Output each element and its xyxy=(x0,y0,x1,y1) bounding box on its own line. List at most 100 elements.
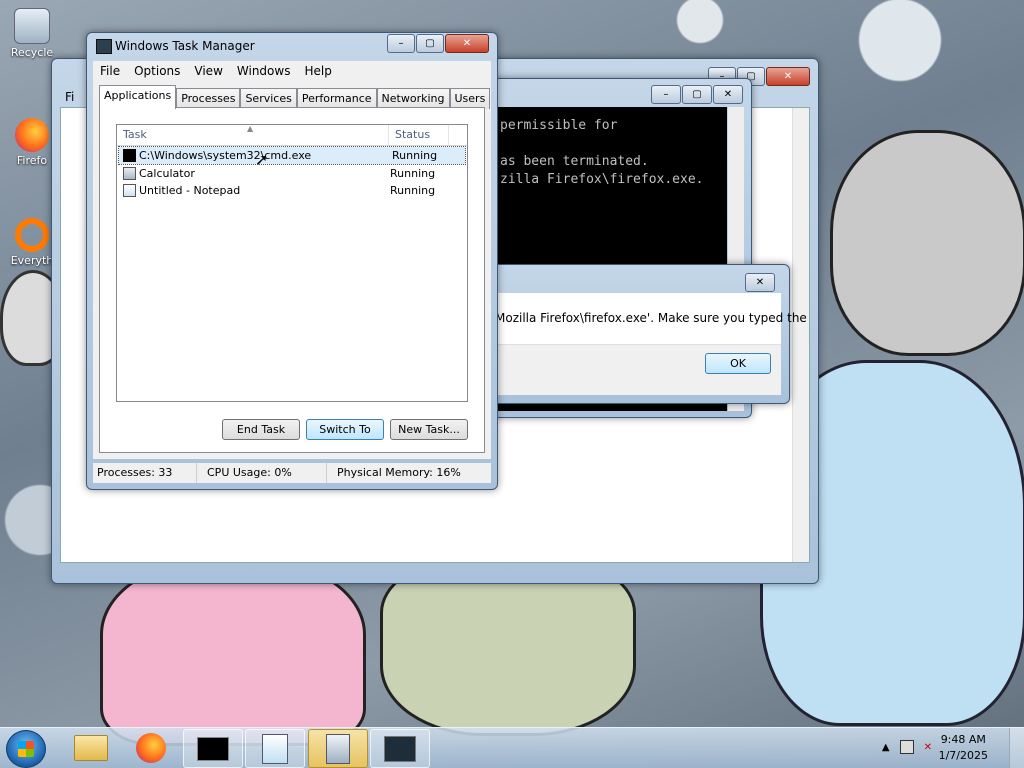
task-cell: Calculator xyxy=(117,165,387,182)
show-desktop-button[interactable] xyxy=(1009,728,1024,768)
sort-arrow-icon: ▲ xyxy=(247,124,254,133)
clock-date: 1/7/2025 xyxy=(938,749,988,762)
status-bar: Processes: 33 CPU Usage: 0% Physical Mem… xyxy=(93,463,491,483)
taskbar-task-manager[interactable] xyxy=(370,729,430,768)
firefox-icon xyxy=(15,118,49,152)
caption-buttons: – ▢ ✕ xyxy=(387,34,489,53)
error-message: Mozilla Firefox\firefox.exe'. Make sure … xyxy=(495,311,807,325)
network-icon[interactable] xyxy=(899,740,914,754)
tab-services[interactable]: Services xyxy=(240,88,297,109)
everything-search-icon xyxy=(15,218,49,252)
calculator-icon xyxy=(326,733,350,764)
dialog-close-button[interactable]: ✕ xyxy=(745,273,775,292)
clock-time: 9:48 AM xyxy=(940,733,986,746)
close-button[interactable]: ✕ xyxy=(445,34,489,53)
minimize-button[interactable]: – xyxy=(651,85,681,104)
title-bar[interactable]: Windows Task Manager – ▢ ✕ xyxy=(87,33,497,59)
task-list-header: Task ▲ Status xyxy=(117,124,467,146)
task-status: Running xyxy=(392,149,438,162)
taskbar-cmd[interactable] xyxy=(183,729,243,768)
vertical-scrollbar[interactable] xyxy=(792,108,809,562)
window-title: Windows Task Manager xyxy=(115,39,255,53)
tab-networking[interactable]: Networking xyxy=(376,88,450,109)
clock[interactable]: 9:48 AM 1/7/2025 xyxy=(939,732,988,764)
show-hidden-icons-icon[interactable]: ▲ xyxy=(882,742,890,753)
wallpaper-pink-creature xyxy=(100,560,366,746)
dialog-footer: OK xyxy=(491,344,781,395)
task-cell: C:\Windows\system32\cmd.exe xyxy=(119,147,389,164)
menu-options[interactable]: Options xyxy=(127,61,187,81)
cmd-icon xyxy=(197,736,229,761)
menu-view[interactable]: View xyxy=(187,61,229,81)
dialog-caption-buttons: ✕ xyxy=(745,273,775,292)
tab-users[interactable]: Users xyxy=(449,88,491,109)
menu-help[interactable]: Help xyxy=(297,61,338,81)
new-task-button[interactable]: New Task... xyxy=(390,419,468,440)
volume-muted-icon[interactable]: ✕ xyxy=(924,742,932,753)
taskbar-explorer[interactable] xyxy=(62,729,120,766)
notepad-icon xyxy=(262,733,288,764)
task-row[interactable]: Calculator Running xyxy=(117,165,467,182)
console-line: as been terminated. xyxy=(500,154,649,169)
tab-applications[interactable]: Applications xyxy=(99,85,177,109)
task-list[interactable]: Task ▲ Status C:\Windows\system32\cmd.ex… xyxy=(116,124,468,402)
task-manager-window[interactable]: Windows Task Manager – ▢ ✕ File Options … xyxy=(86,32,498,490)
firefox-icon xyxy=(136,732,166,763)
folder-icon xyxy=(74,734,108,761)
desktop-icon-label: Recycle xyxy=(10,46,54,59)
task-name: Calculator xyxy=(139,167,195,180)
taskbar-firefox[interactable] xyxy=(122,729,180,766)
status-memory: Physical Memory: 16% xyxy=(337,466,461,479)
column-status[interactable]: Status xyxy=(389,125,449,145)
applications-panel: Task ▲ Status C:\Windows\system32\cmd.ex… xyxy=(99,107,485,453)
error-dialog[interactable]: ✕ Mozilla Firefox\firefox.exe'. Make sur… xyxy=(482,264,807,404)
notepad-icon xyxy=(123,184,136,197)
task-name: Untitled - Notepad xyxy=(139,184,241,197)
windows-logo-icon xyxy=(18,741,34,757)
end-task-button[interactable]: End Task xyxy=(222,419,300,440)
task-manager-icon xyxy=(384,735,416,762)
column-status-label: Status xyxy=(395,128,431,141)
column-task[interactable]: Task ▲ xyxy=(117,124,389,145)
maximize-button[interactable]: ▢ xyxy=(416,34,444,53)
recycle-bin-icon xyxy=(14,8,50,44)
menu-bar: File Options View Windows Help xyxy=(93,61,491,81)
tab-performance[interactable]: Performance xyxy=(296,88,377,109)
column-task-label: Task xyxy=(123,128,147,141)
tab-strip: Applications Processes Services Performa… xyxy=(99,85,491,109)
taskbar: ▲ ✕ 9:48 AM 1/7/2025 xyxy=(0,727,1024,768)
task-status: Running xyxy=(390,167,436,180)
task-manager-icon xyxy=(96,39,112,54)
wallpaper-green-creature xyxy=(380,560,636,736)
ok-button[interactable]: OK xyxy=(705,353,771,374)
maximize-button[interactable]: ▢ xyxy=(682,85,712,104)
tab-processes[interactable]: Processes xyxy=(176,88,241,109)
wallpaper-cat xyxy=(830,130,1024,356)
status-processes: Processes: 33 xyxy=(93,463,197,483)
menu-file[interactable]: File xyxy=(93,61,127,81)
background-menu-fragment: Fi xyxy=(65,90,75,104)
minimize-button[interactable]: – xyxy=(387,34,415,53)
console-line: permissible for xyxy=(500,118,618,133)
switch-to-button[interactable]: Switch To xyxy=(306,419,384,440)
taskbar-calculator[interactable] xyxy=(308,729,368,768)
start-button[interactable] xyxy=(6,730,46,768)
close-button[interactable]: ✕ xyxy=(766,67,810,86)
menu-windows[interactable]: Windows xyxy=(230,61,298,81)
task-status: Running xyxy=(390,184,436,197)
status-cpu: CPU Usage: 0% xyxy=(197,463,327,483)
cmd-icon xyxy=(123,149,136,162)
task-manager-content: Applications Processes Services Performa… xyxy=(93,81,491,459)
calculator-icon xyxy=(123,167,136,180)
task-cell: Untitled - Notepad xyxy=(117,182,387,199)
task-row[interactable]: C:\Windows\system32\cmd.exe Running ➚ xyxy=(118,146,466,168)
task-name: C:\Windows\system32\cmd.exe xyxy=(139,149,312,162)
close-button[interactable]: ✕ xyxy=(713,85,743,104)
task-row[interactable]: Untitled - Notepad Running xyxy=(117,182,467,199)
taskbar-notepad[interactable] xyxy=(245,729,305,768)
system-tray: ▲ ✕ xyxy=(882,740,932,754)
desktop-icon-recycle-bin[interactable]: Recycle xyxy=(2,8,62,59)
cmd-caption-buttons: – ▢ ✕ xyxy=(651,85,743,104)
console-line: zilla Firefox\firefox.exe. xyxy=(500,172,704,187)
